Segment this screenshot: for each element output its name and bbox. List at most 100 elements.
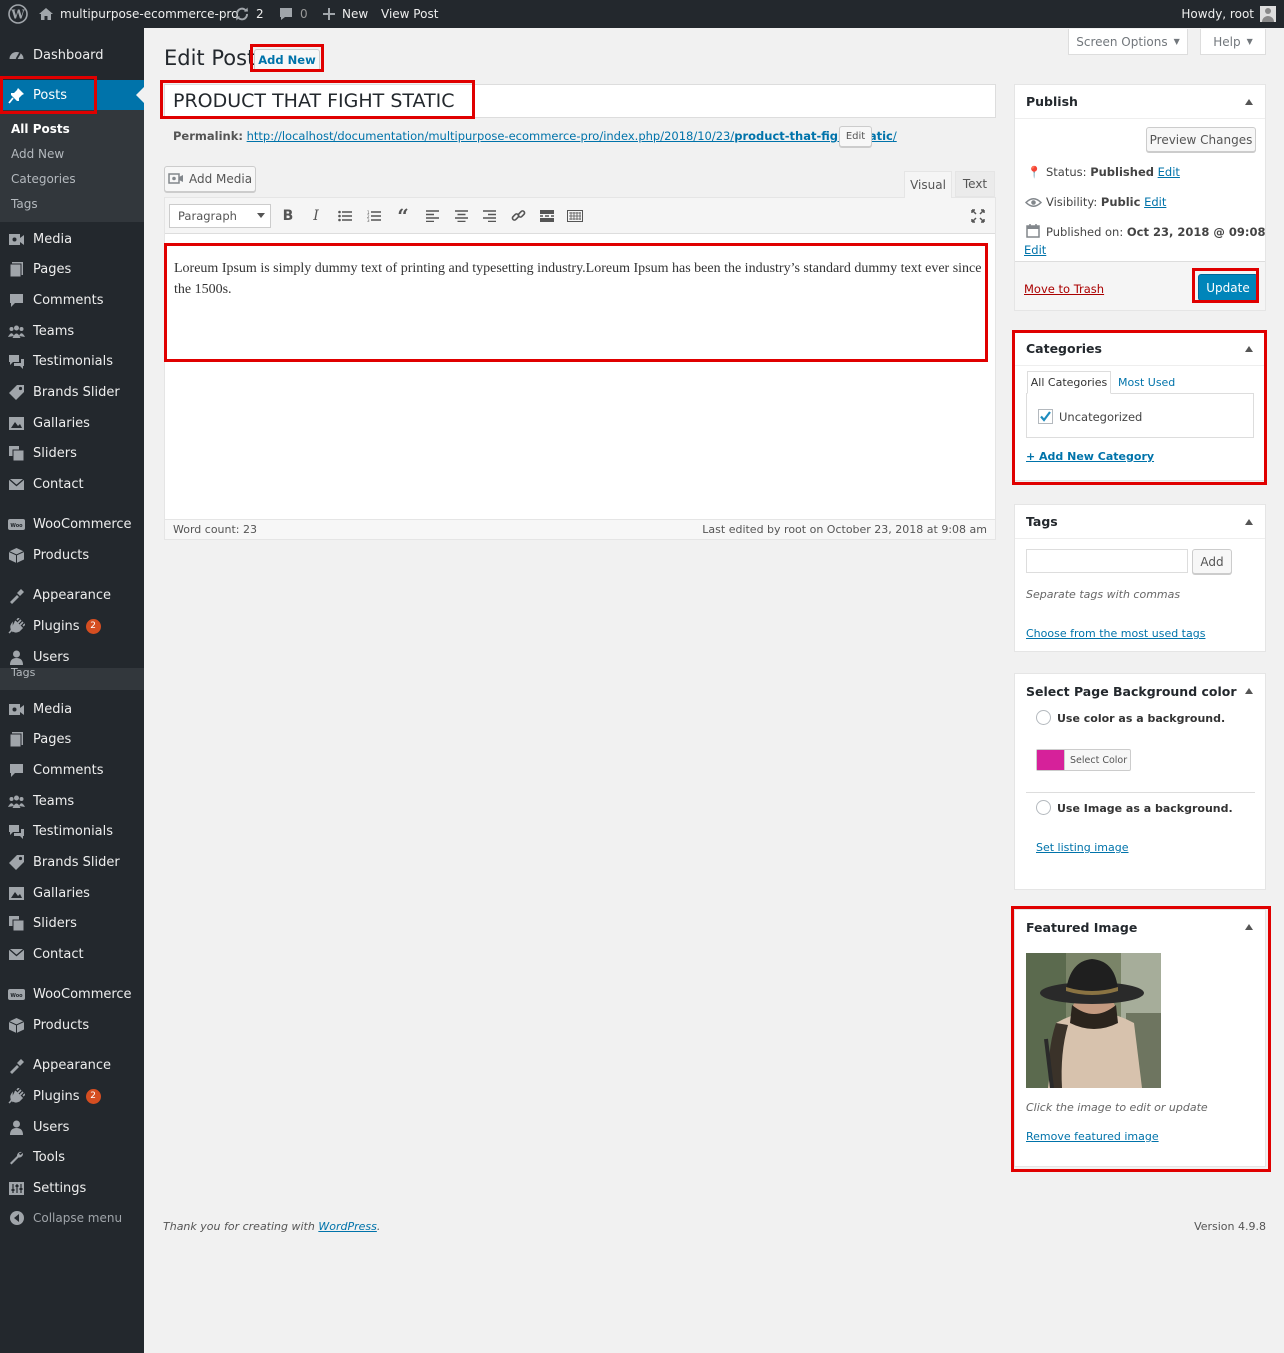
sidebar-item-sliders[interactable]: Sliders [0, 439, 144, 469]
remove-featured-image-link[interactable]: Remove featured image [1026, 1130, 1159, 1143]
submenu-add-new[interactable]: Add New [11, 147, 64, 161]
post-title-input[interactable]: PRODUCT THAT FIGHT STATIC [164, 84, 996, 118]
background-color-box-header[interactable]: Select Page Background color [1015, 674, 1265, 708]
collapse-menu-button[interactable]: Collapse menu [0, 1203, 144, 1233]
add-media-button[interactable]: Add Media [164, 166, 256, 192]
read-more-icon[interactable] [538, 207, 556, 225]
sidebar-item-woocommerce[interactable]: Woo WooCommerce [0, 979, 144, 1009]
tab-visual[interactable]: Visual [904, 171, 952, 198]
collapse-toggle-icon[interactable] [1245, 688, 1253, 694]
tab-text[interactable]: Text [955, 171, 995, 197]
account-menu[interactable]: Howdy, root [1181, 0, 1276, 28]
use-color-radio[interactable] [1036, 710, 1051, 725]
submenu-tags-overlap[interactable]: Tags [11, 666, 35, 679]
sidebar-item-appearance[interactable]: Appearance [0, 580, 144, 610]
blockquote-icon[interactable]: “ [394, 204, 412, 228]
numbered-list-icon[interactable]: 123 [365, 207, 383, 225]
link-icon[interactable] [509, 207, 527, 225]
tab-most-used[interactable]: Most Used [1118, 376, 1175, 389]
update-button[interactable]: Update [1198, 274, 1258, 301]
tab-all-categories[interactable]: All Categories [1027, 371, 1111, 394]
visibility-edit-link[interactable]: Edit [1144, 195, 1166, 209]
align-left-icon[interactable] [423, 207, 441, 225]
new-content-link[interactable]: New [322, 0, 368, 28]
sidebar-item-contact[interactable]: Contact [0, 940, 144, 970]
post-content[interactable]: Loreum Ipsum is simply dummy text of pri… [174, 258, 982, 300]
screen-options-button[interactable]: Screen Options ▼ [1068, 29, 1188, 55]
category-checkbox[interactable] [1038, 409, 1053, 424]
set-listing-image-link[interactable]: Set listing image [1036, 841, 1129, 854]
add-new-category-link[interactable]: + Add New Category [1026, 450, 1154, 463]
toolbar-toggle-icon[interactable] [566, 207, 584, 225]
sidebar-item-brands-slider[interactable]: Brands Slider [0, 378, 144, 408]
permalink-link[interactable]: http://localhost/documentation/multipurp… [247, 129, 897, 143]
sidebar-item-users[interactable]: Users [0, 1112, 144, 1142]
sidebar-item-teams[interactable]: Teams [0, 786, 144, 816]
sidebar-item-posts[interactable]: Posts [0, 80, 144, 110]
sidebar-item-testimonials[interactable]: Testimonials [0, 347, 144, 377]
bullet-list-icon[interactable] [336, 207, 354, 225]
sidebar-item-brands-slider[interactable]: Brands Slider [0, 848, 144, 878]
wrench-icon [8, 1149, 25, 1166]
collapse-toggle-icon[interactable] [1245, 99, 1253, 105]
status-edit-link[interactable]: Edit [1158, 165, 1180, 179]
categories-box-header[interactable]: Categories [1015, 332, 1265, 366]
sidebar-item-comments[interactable]: Comments [0, 755, 144, 785]
publish-box-header[interactable]: Publish [1015, 85, 1265, 119]
preview-changes-button[interactable]: Preview Changes [1146, 127, 1256, 152]
featured-image-thumbnail[interactable] [1026, 953, 1161, 1088]
sidebar-item-media[interactable]: Media [0, 224, 144, 254]
sidebar-item-gallaries[interactable]: Gallaries [0, 408, 144, 438]
sidebar-item-contact[interactable]: Contact [0, 470, 144, 500]
comments-link[interactable]: 0 [278, 0, 308, 28]
help-button[interactable]: Help ▼ [1200, 29, 1266, 55]
plug-icon [8, 1087, 25, 1105]
sidebar-item-products[interactable]: Products [0, 540, 144, 570]
select-color-button[interactable]: Select Color [1036, 749, 1131, 771]
sidebar-item-gallaries[interactable]: Gallaries [0, 878, 144, 908]
view-post-link[interactable]: View Post [381, 0, 438, 28]
align-center-icon[interactable] [452, 207, 470, 225]
add-new-post-button[interactable]: Add New [254, 49, 320, 71]
sidebar-item-teams[interactable]: Teams [0, 316, 144, 346]
sidebar-item-products[interactable]: Products [0, 1010, 144, 1040]
collapse-toggle-icon[interactable] [1245, 519, 1253, 525]
sidebar-item-woocommerce[interactable]: Woo WooCommerce [0, 509, 144, 539]
sidebar-item-appearance[interactable]: Appearance [0, 1050, 144, 1080]
format-select[interactable]: Paragraph [169, 204, 271, 228]
collapse-toggle-icon[interactable] [1245, 924, 1253, 930]
tag-input[interactable] [1026, 549, 1188, 573]
sidebar-item-dashboard[interactable]: Dashboard [0, 40, 144, 70]
use-image-radio[interactable] [1036, 800, 1051, 815]
sidebar-item-pages[interactable]: Pages [0, 725, 144, 755]
sidebar-item-media[interactable]: Media [0, 694, 144, 724]
collapse-toggle-icon[interactable] [1245, 346, 1253, 352]
sidebar-item-testimonials[interactable]: Testimonials [0, 817, 144, 847]
sidebar-item-plugins[interactable]: Plugins 2 [0, 1081, 144, 1111]
move-to-trash-link[interactable]: Move to Trash [1024, 282, 1104, 296]
sidebar-item-settings[interactable]: Settings [0, 1173, 144, 1203]
tags-box-header[interactable]: Tags [1015, 505, 1265, 539]
submenu-all-posts[interactable]: All Posts [11, 122, 70, 136]
italic-icon[interactable]: I [307, 207, 325, 225]
sidebar-item-comments[interactable]: Comments [0, 285, 144, 315]
updates-link[interactable]: 2 [234, 0, 264, 28]
submenu-tags[interactable]: Tags [11, 197, 38, 211]
wordpress-logo-icon[interactable]: W [8, 0, 34, 28]
choose-tags-link[interactable]: Choose from the most used tags [1026, 627, 1205, 640]
add-tag-button[interactable]: Add [1192, 549, 1232, 574]
site-name-link[interactable]: multipurpose-ecommerce-pro [38, 0, 238, 28]
bold-icon[interactable]: B [279, 207, 297, 225]
align-right-icon[interactable] [480, 207, 498, 225]
background-color-box: Select Page Background color Use color a… [1014, 673, 1266, 890]
published-edit-link[interactable]: Edit [1024, 243, 1046, 257]
wordpress-link[interactable]: WordPress [318, 1220, 377, 1233]
sidebar-item-sliders[interactable]: Sliders [0, 909, 144, 939]
featured-image-box-header[interactable]: Featured Image [1015, 910, 1265, 944]
submenu-categories[interactable]: Categories [11, 172, 76, 186]
permalink-edit-button[interactable]: Edit [839, 126, 872, 147]
sidebar-item-pages[interactable]: Pages [0, 255, 144, 285]
distraction-free-icon[interactable] [969, 207, 987, 225]
sidebar-item-tools[interactable]: Tools [0, 1142, 144, 1172]
sidebar-item-plugins[interactable]: Plugins 2 [0, 611, 144, 641]
